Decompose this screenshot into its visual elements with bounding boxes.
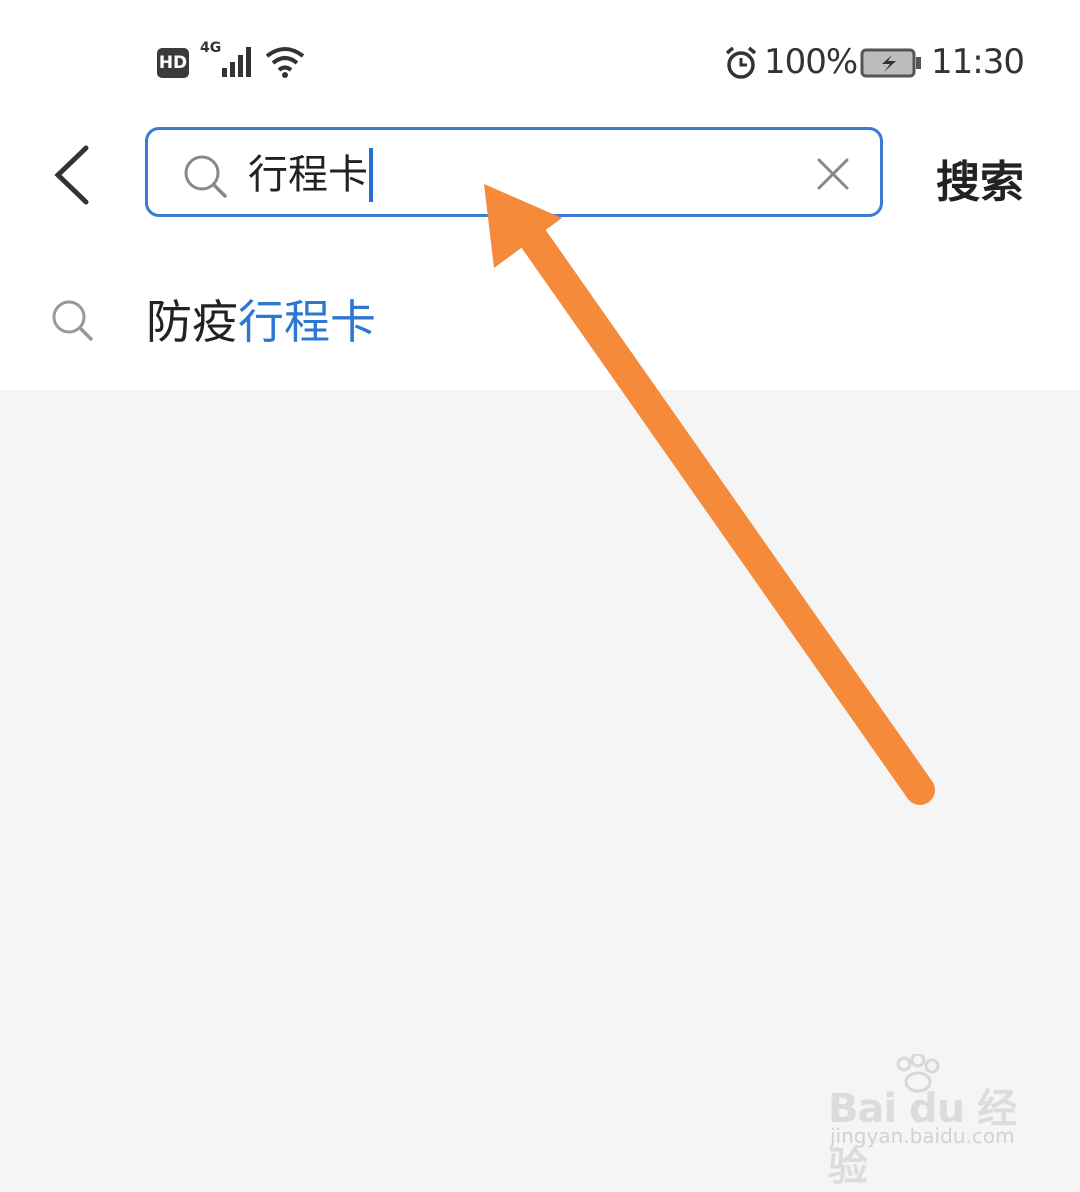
alarm-icon xyxy=(725,46,757,79)
watermark-url: jingyan.baidu.com xyxy=(830,1124,1015,1148)
battery-charging-icon xyxy=(860,48,921,78)
search-icon xyxy=(52,300,93,341)
suggestion-item[interactable]: 防疫行程卡 xyxy=(0,270,1080,370)
suggestion-prefix: 防疫 xyxy=(146,295,238,349)
status-bar: HD 4G 100% 11:30 xyxy=(0,0,1080,110)
network-type: 4G xyxy=(200,40,222,56)
baidu-watermark: Bai du 经验 jingyan.baidu.com xyxy=(828,1054,1028,1190)
close-icon[interactable] xyxy=(816,157,850,191)
search-value[interactable]: 行程卡 xyxy=(248,148,373,202)
chevron-left-icon[interactable] xyxy=(50,144,94,206)
search-input[interactable]: 行程卡 xyxy=(145,127,883,217)
hd-icon: HD xyxy=(157,48,189,78)
wifi-icon xyxy=(265,47,305,78)
suggestion-highlight: 行程卡 xyxy=(238,295,376,349)
suggestion-label: 防疫行程卡 xyxy=(146,294,376,350)
clock: 11:30 xyxy=(931,42,1025,82)
search-icon xyxy=(184,155,227,198)
text-caret xyxy=(369,148,373,202)
search-button[interactable]: 搜索 xyxy=(936,146,1024,210)
signal-icon xyxy=(222,47,251,77)
battery-percent: 100% xyxy=(764,42,858,82)
